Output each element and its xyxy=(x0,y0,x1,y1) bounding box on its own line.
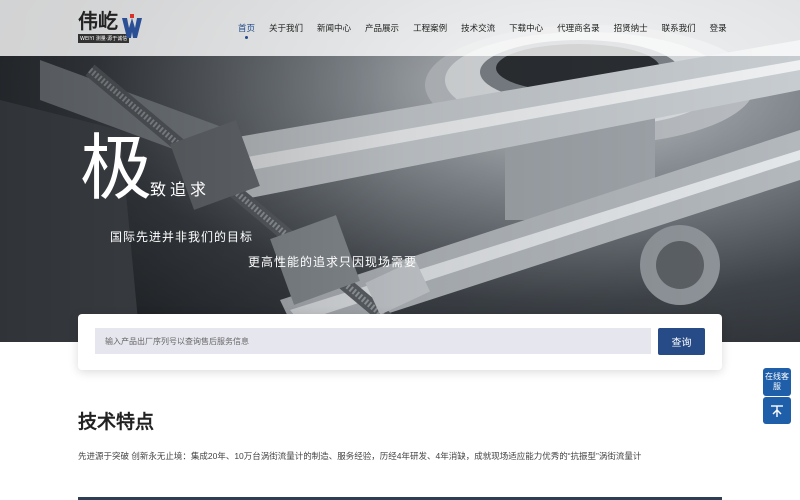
hero-side-text: 致追求 xyxy=(150,180,211,199)
nav-item-downloads[interactable]: 下载中心 xyxy=(509,22,543,34)
hero-slogan-2: 更高性能的追求只因现场需要 xyxy=(248,255,418,269)
online-service-button[interactable]: 在线客服 xyxy=(763,368,791,396)
section-title: 技术特点 xyxy=(78,411,155,433)
site-logo[interactable]: 伟屹 WEIYI 测量·源于诚信 xyxy=(78,10,146,46)
nav-item-tech[interactable]: 技术交流 xyxy=(461,22,495,34)
arrow-up-icon xyxy=(771,404,783,417)
logo-text: 伟屹 WEIYI 测量·源于诚信 xyxy=(78,9,130,46)
site-header: 伟屹 WEIYI 测量·源于诚信 首页 关于我们 新闻中心 产品展示 工程案例 … xyxy=(0,0,800,56)
nav-item-careers[interactable]: 招贤纳士 xyxy=(614,22,648,34)
logo-main-text: 伟屹 xyxy=(78,9,118,33)
hero-big-char: 极 xyxy=(80,126,153,210)
search-button[interactable]: 查询 xyxy=(658,328,705,355)
nav-item-products[interactable]: 产品展示 xyxy=(365,22,399,34)
nav-item-cases[interactable]: 工程案例 xyxy=(413,22,447,34)
nav-item-about[interactable]: 关于我们 xyxy=(269,22,303,34)
serial-search-card: 查询 xyxy=(78,314,722,370)
back-to-top-button[interactable] xyxy=(763,397,791,424)
hero-slogan-1: 国际先进并非我们的目标 xyxy=(110,230,254,244)
nav-item-news[interactable]: 新闻中心 xyxy=(317,22,351,34)
nav-item-login[interactable]: 登录 xyxy=(710,22,727,34)
serial-search-input[interactable] xyxy=(95,328,651,354)
nav-item-home[interactable]: 首页 xyxy=(238,22,255,39)
nav-item-contact[interactable]: 联系我们 xyxy=(662,22,696,34)
main-nav: 首页 关于我们 新闻中心 产品展示 工程案例 技术交流 下载中心 代理商名录 招… xyxy=(238,0,741,56)
section-description: 先进源于突破 创新永无止境：集成20年、10万台涡街流量计的制造、服务经验，历经… xyxy=(78,451,642,461)
nav-item-agents[interactable]: 代理商名录 xyxy=(557,22,600,34)
logo-mark-icon xyxy=(122,14,142,38)
